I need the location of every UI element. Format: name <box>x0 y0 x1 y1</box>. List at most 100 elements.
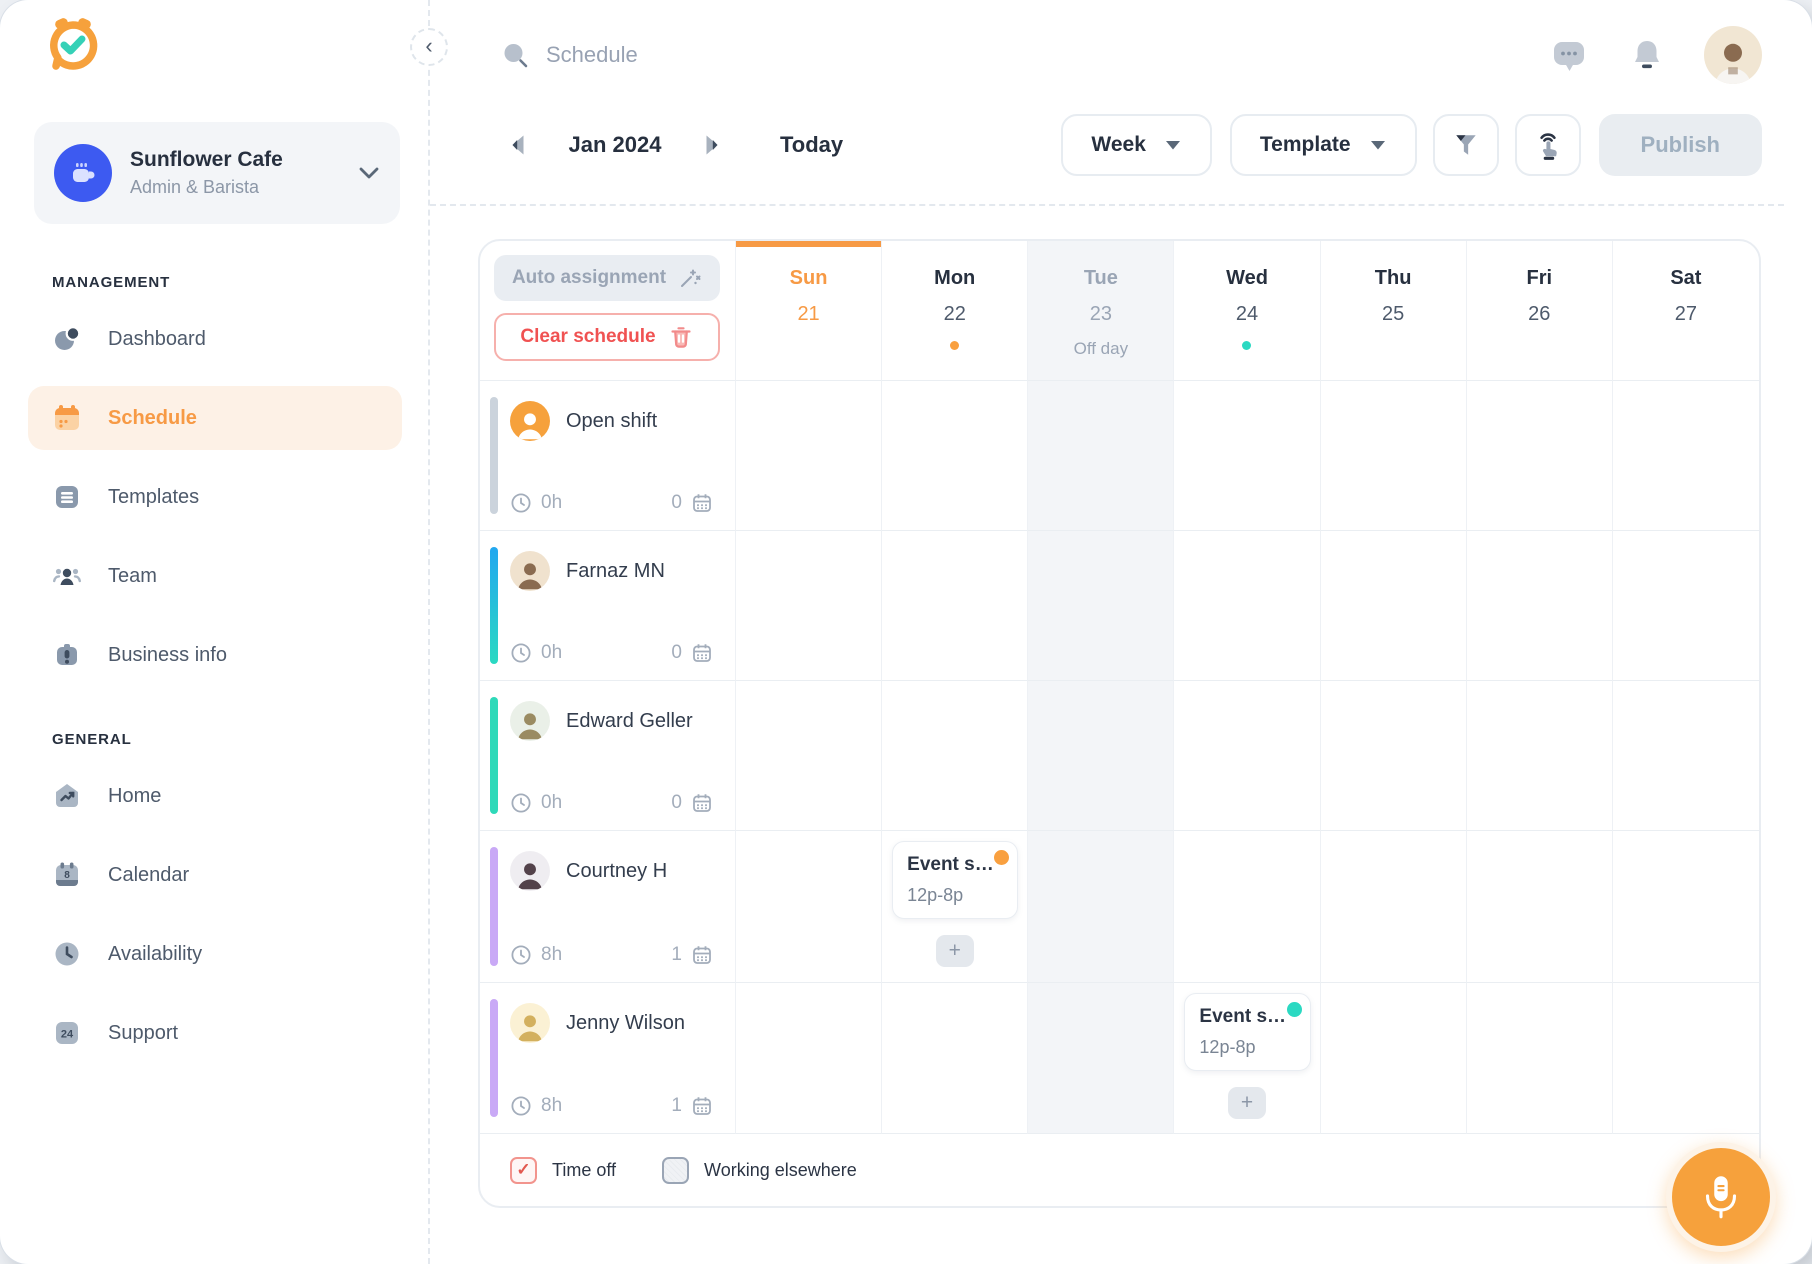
today-button[interactable]: Today <box>780 132 843 158</box>
shift-cell[interactable] <box>1174 681 1320 831</box>
sidebar-item-label: Schedule <box>108 407 197 430</box>
shift-cell[interactable] <box>882 983 1028 1134</box>
shift-cell[interactable] <box>1613 681 1759 831</box>
publish-mode-button[interactable] <box>1515 114 1581 176</box>
day-header-mon[interactable]: Mon22 <box>882 241 1028 381</box>
day-header-wed[interactable]: Wed24 <box>1174 241 1320 381</box>
trash-icon <box>668 324 694 350</box>
shift-cell[interactable] <box>1321 831 1467 983</box>
scheduled-hours: 8h <box>541 1095 562 1117</box>
shift-cell[interactable] <box>1028 983 1174 1134</box>
notifications-bell-icon[interactable] <box>1632 39 1662 72</box>
collapse-sidebar-button[interactable]: ‹ <box>410 28 448 66</box>
sidebar-item-label: Calendar <box>108 864 189 887</box>
shift-cell[interactable] <box>736 983 882 1134</box>
employee-color-bar <box>490 847 498 966</box>
toolbar-divider <box>430 204 1784 206</box>
shift-cell[interactable] <box>1174 531 1320 681</box>
shift-cell[interactable] <box>1321 381 1467 531</box>
employee-avatar <box>510 851 550 891</box>
shift-cell[interactable] <box>1613 831 1759 983</box>
day-date: 25 <box>1382 303 1404 326</box>
shift-cell[interactable] <box>1028 381 1174 531</box>
shift-cell[interactable] <box>1467 531 1613 681</box>
shift-cell[interactable] <box>1028 831 1174 983</box>
sidebar-item-label: Home <box>108 785 161 808</box>
day-header-sun[interactable]: Sun21 <box>736 241 882 381</box>
day-date: 22 <box>944 303 966 326</box>
shift-cell[interactable]: Event s…12p-8p + <box>882 831 1028 983</box>
selected-day-indicator <box>736 241 881 247</box>
shift-cell[interactable] <box>736 531 882 681</box>
shift-cell[interactable] <box>1613 983 1759 1134</box>
add-shift-button[interactable]: + <box>936 935 974 967</box>
shift-cell[interactable] <box>736 681 882 831</box>
employee-name: Courtney H <box>566 860 667 883</box>
filter-button[interactable] <box>1433 114 1499 176</box>
user-avatar[interactable] <box>1704 26 1762 84</box>
employee-name: Jenny Wilson <box>566 1012 685 1035</box>
shift-cell[interactable] <box>1467 381 1613 531</box>
shift-cell[interactable]: Event s…12p-8p + <box>1174 983 1320 1134</box>
sidebar-item-availability[interactable]: Availability <box>28 922 402 986</box>
shift-cell[interactable] <box>1467 681 1613 831</box>
workspace-switcher[interactable]: Sunflower Cafe Admin & Barista <box>34 122 400 224</box>
sidebar-item-support[interactable]: 24Support <box>28 1001 402 1065</box>
sidebar-item-schedule[interactable]: Schedule <box>28 386 402 450</box>
shift-cell[interactable] <box>1467 831 1613 983</box>
day-header-thu[interactable]: Thu25 <box>1321 241 1467 381</box>
sidebar-item-business-info[interactable]: Business info <box>28 623 402 687</box>
shift-cell[interactable] <box>1174 381 1320 531</box>
sidebar-item-dashboard[interactable]: Dashboard <box>28 307 402 371</box>
shift-event-card[interactable]: Event s…12p-8p <box>1184 993 1310 1071</box>
sidebar-nav: MANAGEMENTDashboardScheduleTemplatesTeam… <box>28 274 402 1065</box>
day-name: Sat <box>1670 267 1701 290</box>
shift-cell[interactable] <box>882 531 1028 681</box>
shift-cell[interactable] <box>736 831 882 983</box>
add-shift-button[interactable]: + <box>1228 1087 1266 1119</box>
clear-schedule-button[interactable]: Clear schedule <box>494 313 720 361</box>
scheduled-hours: 0h <box>541 792 562 814</box>
auto-assignment-button[interactable]: Auto assignment <box>494 255 720 301</box>
sidebar-item-calendar[interactable]: 8Calendar <box>28 843 402 907</box>
day-date: 26 <box>1528 303 1550 326</box>
search-icon[interactable] <box>500 40 530 70</box>
magic-wand-icon <box>678 266 702 290</box>
prev-week-button[interactable] <box>506 132 532 158</box>
day-header-fri[interactable]: Fri26 <box>1467 241 1613 381</box>
app-logo-icon[interactable] <box>44 16 102 74</box>
shift-cell[interactable] <box>736 381 882 531</box>
employee-name: Farnaz MN <box>566 560 665 583</box>
legend-checkbox-timeoff[interactable]: ✓ <box>510 1157 537 1184</box>
publish-button[interactable]: Publish <box>1599 114 1762 176</box>
template-select[interactable]: Template <box>1230 114 1417 176</box>
day-header-sat[interactable]: Sat27 <box>1613 241 1759 381</box>
legend-checkbox-elsewhere[interactable] <box>662 1157 689 1184</box>
scheduled-hours: 0h <box>541 492 562 514</box>
next-week-button[interactable] <box>698 132 724 158</box>
day-header-tue[interactable]: Tue23Off day <box>1028 241 1174 381</box>
shift-cell[interactable] <box>1613 531 1759 681</box>
calendar-count-icon <box>691 1095 713 1117</box>
shift-cell[interactable] <box>1467 983 1613 1134</box>
shift-cell[interactable] <box>1028 531 1174 681</box>
chat-icon[interactable] <box>1552 39 1586 72</box>
shift-cell[interactable] <box>1028 681 1174 831</box>
shift-cell[interactable] <box>882 381 1028 531</box>
shift-cell[interactable] <box>1321 681 1467 831</box>
sidebar-item-team[interactable]: Team <box>28 544 402 608</box>
svg-text:24: 24 <box>61 1029 74 1041</box>
filter-icon <box>1452 131 1480 159</box>
shift-cell[interactable] <box>882 681 1028 831</box>
shift-cell[interactable] <box>1613 381 1759 531</box>
view-select-label: Week <box>1091 133 1145 157</box>
sidebar-item-templates[interactable]: Templates <box>28 465 402 529</box>
sidebar-item-home[interactable]: Home <box>28 764 402 828</box>
view-select[interactable]: Week <box>1061 114 1211 176</box>
shift-cell[interactable] <box>1321 531 1467 681</box>
shift-cell[interactable] <box>1174 831 1320 983</box>
shift-event-card[interactable]: Event s…12p-8p <box>892 841 1018 919</box>
workspace-name: Sunflower Cafe <box>130 148 283 172</box>
shift-cell[interactable] <box>1321 983 1467 1134</box>
voice-assistant-fab[interactable] <box>1666 1142 1776 1252</box>
